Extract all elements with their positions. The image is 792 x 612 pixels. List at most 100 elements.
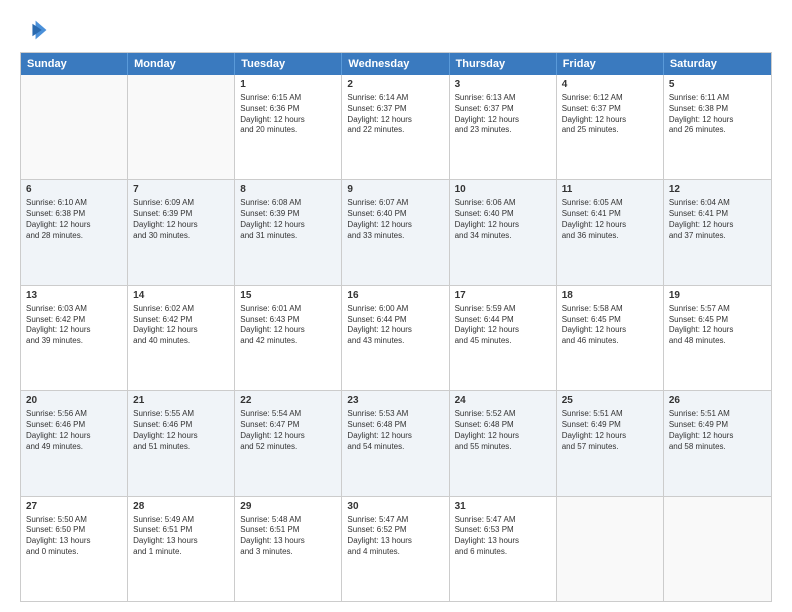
- day-number: 24: [455, 394, 551, 407]
- day-number: 17: [455, 289, 551, 302]
- day-number: 12: [669, 183, 766, 196]
- calendar-cell: 24 Sunrise: 5:52 AM Sunset: 6:48 PM Dayli…: [450, 391, 557, 495]
- calendar-cell: 19 Sunrise: 5:57 AM Sunset: 6:45 PM Dayli…: [664, 286, 771, 390]
- day-number: 31: [455, 500, 551, 513]
- calendar-cell: 31 Sunrise: 5:47 AM Sunset: 6:53 PM Dayli…: [450, 497, 557, 601]
- calendar-cell: 12 Sunrise: 6:04 AM Sunset: 6:41 PM Dayli…: [664, 180, 771, 284]
- day-number: 28: [133, 500, 229, 513]
- cell-info: Sunrise: 6:14 AM Sunset: 6:37 PM Dayligh…: [347, 93, 443, 136]
- cell-info: Sunrise: 5:47 AM Sunset: 6:53 PM Dayligh…: [455, 515, 551, 558]
- day-number: 6: [26, 183, 122, 196]
- calendar-cell: [557, 497, 664, 601]
- calendar-row: 1 Sunrise: 6:15 AM Sunset: 6:36 PM Daylig…: [21, 75, 771, 179]
- day-number: 23: [347, 394, 443, 407]
- cell-info: Sunrise: 6:12 AM Sunset: 6:37 PM Dayligh…: [562, 93, 658, 136]
- calendar-cell: 26 Sunrise: 5:51 AM Sunset: 6:49 PM Dayli…: [664, 391, 771, 495]
- cell-info: Sunrise: 6:09 AM Sunset: 6:39 PM Dayligh…: [133, 198, 229, 241]
- calendar-row: 6 Sunrise: 6:10 AM Sunset: 6:38 PM Daylig…: [21, 179, 771, 284]
- calendar-cell: 15Sunrise: 6:01 AM Sunset: 6:43 PM Dayli…: [235, 286, 342, 390]
- calendar-cell: 23 Sunrise: 5:53 AM Sunset: 6:48 PM Dayli…: [342, 391, 449, 495]
- calendar-cell: 29Sunrise: 5:48 AM Sunset: 6:51 PM Dayli…: [235, 497, 342, 601]
- cell-info: Sunrise: 6:03 AM Sunset: 6:42 PM Dayligh…: [26, 304, 122, 347]
- calendar-cell: 5 Sunrise: 6:11 AM Sunset: 6:38 PM Daylig…: [664, 75, 771, 179]
- calendar-cell: 18 Sunrise: 5:58 AM Sunset: 6:45 PM Dayli…: [557, 286, 664, 390]
- calendar-cell: 6 Sunrise: 6:10 AM Sunset: 6:38 PM Daylig…: [21, 180, 128, 284]
- header-cell-sunday: Sunday: [21, 53, 128, 75]
- header-cell-monday: Monday: [128, 53, 235, 75]
- cell-info: Sunrise: 6:15 AM Sunset: 6:36 PM Dayligh…: [240, 93, 336, 136]
- calendar-cell: 14 Sunrise: 6:02 AM Sunset: 6:42 PM Dayli…: [128, 286, 235, 390]
- day-number: 7: [133, 183, 229, 196]
- calendar-body: 1 Sunrise: 6:15 AM Sunset: 6:36 PM Daylig…: [21, 75, 771, 601]
- cell-info: Sunrise: 6:00 AM Sunset: 6:44 PM Dayligh…: [347, 304, 443, 347]
- cell-info: Sunrise: 5:52 AM Sunset: 6:48 PM Dayligh…: [455, 409, 551, 452]
- day-number: 18: [562, 289, 658, 302]
- calendar-header: SundayMondayTuesdayWednesdayThursdayFrid…: [21, 53, 771, 75]
- day-number: 29: [240, 500, 336, 513]
- cell-info: Sunrise: 5:53 AM Sunset: 6:48 PM Dayligh…: [347, 409, 443, 452]
- day-number: 20: [26, 394, 122, 407]
- calendar-cell: [664, 497, 771, 601]
- calendar-cell: [128, 75, 235, 179]
- day-number: 15: [240, 289, 336, 302]
- calendar-cell: 1 Sunrise: 6:15 AM Sunset: 6:36 PM Daylig…: [235, 75, 342, 179]
- day-number: 27: [26, 500, 122, 513]
- calendar-row: 27 Sunrise: 5:50 AM Sunset: 6:50 PM Dayli…: [21, 496, 771, 601]
- header-cell-thursday: Thursday: [450, 53, 557, 75]
- calendar-cell: 17 Sunrise: 5:59 AM Sunset: 6:44 PM Dayli…: [450, 286, 557, 390]
- calendar-cell: 2 Sunrise: 6:14 AM Sunset: 6:37 PM Daylig…: [342, 75, 449, 179]
- header-cell-wednesday: Wednesday: [342, 53, 449, 75]
- cell-info: Sunrise: 6:06 AM Sunset: 6:40 PM Dayligh…: [455, 198, 551, 241]
- calendar-cell: 25 Sunrise: 5:51 AM Sunset: 6:49 PM Dayli…: [557, 391, 664, 495]
- day-number: 1: [240, 78, 336, 91]
- header-cell-friday: Friday: [557, 53, 664, 75]
- cell-info: Sunrise: 6:13 AM Sunset: 6:37 PM Dayligh…: [455, 93, 551, 136]
- cell-info: Sunrise: 6:02 AM Sunset: 6:42 PM Dayligh…: [133, 304, 229, 347]
- day-number: 2: [347, 78, 443, 91]
- calendar-cell: 3 Sunrise: 6:13 AM Sunset: 6:37 PM Daylig…: [450, 75, 557, 179]
- calendar-cell: 9 Sunrise: 6:07 AM Sunset: 6:40 PM Daylig…: [342, 180, 449, 284]
- cell-info: Sunrise: 5:51 AM Sunset: 6:49 PM Dayligh…: [562, 409, 658, 452]
- calendar-cell: 10Sunrise: 6:06 AM Sunset: 6:40 PM Dayli…: [450, 180, 557, 284]
- cell-info: Sunrise: 5:49 AM Sunset: 6:51 PM Dayligh…: [133, 515, 229, 558]
- calendar-cell: 20 Sunrise: 5:56 AM Sunset: 6:46 PM Dayli…: [21, 391, 128, 495]
- day-number: 11: [562, 183, 658, 196]
- cell-info: Sunrise: 5:50 AM Sunset: 6:50 PM Dayligh…: [26, 515, 122, 558]
- day-number: 13: [26, 289, 122, 302]
- calendar-cell: 21 Sunrise: 5:55 AM Sunset: 6:46 PM Dayli…: [128, 391, 235, 495]
- cell-info: Sunrise: 5:57 AM Sunset: 6:45 PM Dayligh…: [669, 304, 766, 347]
- cell-info: Sunrise: 6:11 AM Sunset: 6:38 PM Dayligh…: [669, 93, 766, 136]
- cell-info: Sunrise: 5:47 AM Sunset: 6:52 PM Dayligh…: [347, 515, 443, 558]
- day-number: 3: [455, 78, 551, 91]
- calendar-row: 20 Sunrise: 5:56 AM Sunset: 6:46 PM Dayli…: [21, 390, 771, 495]
- calendar-cell: 13 Sunrise: 6:03 AM Sunset: 6:42 PM Dayli…: [21, 286, 128, 390]
- day-number: 16: [347, 289, 443, 302]
- cell-info: Sunrise: 6:10 AM Sunset: 6:38 PM Dayligh…: [26, 198, 122, 241]
- cell-info: Sunrise: 6:08 AM Sunset: 6:39 PM Dayligh…: [240, 198, 336, 241]
- cell-info: Sunrise: 6:04 AM Sunset: 6:41 PM Dayligh…: [669, 198, 766, 241]
- calendar-cell: [21, 75, 128, 179]
- day-number: 5: [669, 78, 766, 91]
- calendar-cell: 30Sunrise: 5:47 AM Sunset: 6:52 PM Dayli…: [342, 497, 449, 601]
- cell-info: Sunrise: 6:07 AM Sunset: 6:40 PM Dayligh…: [347, 198, 443, 241]
- cell-info: Sunrise: 5:51 AM Sunset: 6:49 PM Dayligh…: [669, 409, 766, 452]
- day-number: 26: [669, 394, 766, 407]
- day-number: 9: [347, 183, 443, 196]
- cell-info: Sunrise: 5:55 AM Sunset: 6:46 PM Dayligh…: [133, 409, 229, 452]
- day-number: 19: [669, 289, 766, 302]
- cell-info: Sunrise: 5:56 AM Sunset: 6:46 PM Dayligh…: [26, 409, 122, 452]
- day-number: 4: [562, 78, 658, 91]
- cell-info: Sunrise: 5:58 AM Sunset: 6:45 PM Dayligh…: [562, 304, 658, 347]
- day-number: 8: [240, 183, 336, 196]
- day-number: 25: [562, 394, 658, 407]
- calendar-cell: 16 Sunrise: 6:00 AM Sunset: 6:44 PM Dayli…: [342, 286, 449, 390]
- day-number: 21: [133, 394, 229, 407]
- cell-info: Sunrise: 5:54 AM Sunset: 6:47 PM Dayligh…: [240, 409, 336, 452]
- day-number: 22: [240, 394, 336, 407]
- cell-info: Sunrise: 5:59 AM Sunset: 6:44 PM Dayligh…: [455, 304, 551, 347]
- day-number: 14: [133, 289, 229, 302]
- calendar: SundayMondayTuesdayWednesdayThursdayFrid…: [20, 52, 772, 602]
- calendar-cell: 22 Sunrise: 5:54 AM Sunset: 6:47 PM Dayli…: [235, 391, 342, 495]
- cell-info: Sunrise: 6:05 AM Sunset: 6:41 PM Dayligh…: [562, 198, 658, 241]
- calendar-row: 13 Sunrise: 6:03 AM Sunset: 6:42 PM Dayli…: [21, 285, 771, 390]
